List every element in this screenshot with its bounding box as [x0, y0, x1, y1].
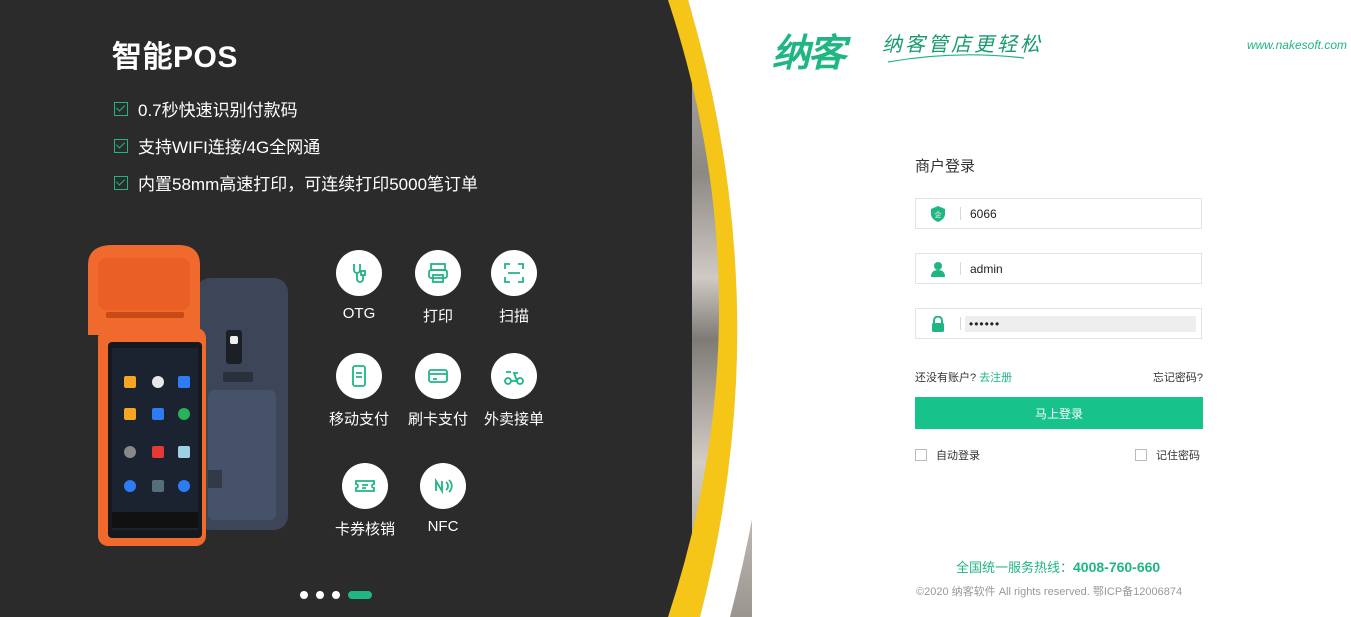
account-links: 还没有账户? 去注册 忘记密码? [915, 369, 1203, 385]
function-label: 刷卡支付 [407, 411, 468, 428]
function-otg: OTG [319, 250, 399, 322]
card-pay-icon [415, 353, 461, 399]
function-label: 打印 [422, 308, 453, 325]
service-hotline: 全国统一服务热线：4008-760-660 [956, 557, 1160, 576]
function-label: 外卖接单 [483, 411, 544, 428]
pos-device-illustration [88, 245, 288, 546]
forgot-password-link[interactable]: 忘记密码? [1153, 369, 1203, 385]
coupon-icon [342, 463, 388, 509]
carousel-indicator [300, 591, 372, 599]
lock-icon [916, 309, 960, 338]
auto-login-checkbox[interactable] [915, 449, 927, 461]
usb-cable-icon [336, 250, 382, 296]
merchant-id-input[interactable]: 6066 [961, 206, 1201, 222]
function-print: 打印 [398, 250, 478, 326]
login-title: 商户登录 [915, 158, 976, 175]
brand-logo: 纳客 [772, 33, 846, 75]
website-link[interactable]: www.nakesoft.com [1247, 38, 1347, 52]
function-label: NFC [427, 518, 459, 535]
hotline-number: 4008-760-660 [1073, 559, 1161, 575]
username-field[interactable]: admin [915, 253, 1202, 284]
username-input[interactable]: admin [961, 261, 1201, 277]
printer-icon [415, 250, 461, 296]
mobile-pay-icon [336, 353, 382, 399]
function-label: 卡券核销 [334, 521, 395, 538]
merchant-id-field[interactable]: 企 6066 [915, 198, 1202, 229]
feature-text: 0.7秒快速识别付款码 [138, 101, 298, 120]
feature-text: 支持WIFI连接/4G全网通 [138, 138, 321, 157]
login-button[interactable]: 马上登录 [915, 397, 1203, 429]
checkbox-icon [114, 138, 128, 153]
no-account-text: 还没有账户? [915, 372, 977, 384]
nfc-icon [420, 463, 466, 509]
user-icon [916, 254, 960, 283]
promo-panel: 智能POS 0.7秒快速识别付款码 支持WIFI连接/4G全网通 内置58mm高… [0, 0, 692, 617]
register-link[interactable]: 去注册 [979, 372, 1012, 384]
remember-password-option[interactable]: 记住密码 [1135, 447, 1200, 463]
scooter-icon [491, 353, 537, 399]
function-delivery: 外卖接单 [474, 353, 554, 429]
hotline-label: 全国统一服务热线： [956, 560, 1074, 575]
carousel-dot-active[interactable] [348, 591, 372, 599]
enterprise-icon: 企 [916, 199, 960, 228]
password-input[interactable]: •••••• [965, 315, 1196, 332]
function-nfc: NFC [403, 463, 483, 535]
function-label: 扫描 [498, 308, 529, 325]
feature-item: 0.7秒快速识别付款码 [114, 96, 298, 121]
feature-item: 内置58mm高速打印，可连续打印5000笔订单 [114, 170, 478, 195]
copyright: ©2020 纳客软件 All rights reserved. 鄂ICP备120… [916, 586, 1183, 598]
checkbox-icon [114, 175, 128, 190]
remember-password-checkbox[interactable] [1135, 449, 1147, 461]
carousel-dot[interactable] [300, 591, 308, 599]
svg-text:企: 企 [935, 210, 942, 219]
checkbox-icon [114, 101, 128, 116]
function-mobile-pay: 移动支付 [319, 353, 399, 429]
feature-text: 内置58mm高速打印，可连续打印5000笔订单 [138, 175, 479, 194]
auto-login-label: 自动登录 [936, 450, 980, 462]
function-label: OTG [342, 305, 376, 322]
carousel-dot[interactable] [332, 591, 340, 599]
auto-login-option[interactable]: 自动登录 [915, 447, 980, 463]
carousel-dot[interactable] [316, 591, 324, 599]
password-field[interactable]: •••••• [915, 308, 1202, 339]
scan-icon [491, 250, 537, 296]
remember-password-label: 记住密码 [1156, 450, 1200, 462]
function-card-pay: 刷卡支付 [398, 353, 478, 429]
background-photo-strip [692, 0, 752, 617]
slogan-underline [887, 54, 1025, 63]
function-scan: 扫描 [474, 250, 554, 326]
function-coupon: 卡券核销 [325, 463, 405, 539]
hero-title: 智能POS [112, 41, 238, 74]
function-label: 移动支付 [328, 411, 389, 428]
feature-item: 支持WIFI连接/4G全网通 [114, 133, 320, 158]
